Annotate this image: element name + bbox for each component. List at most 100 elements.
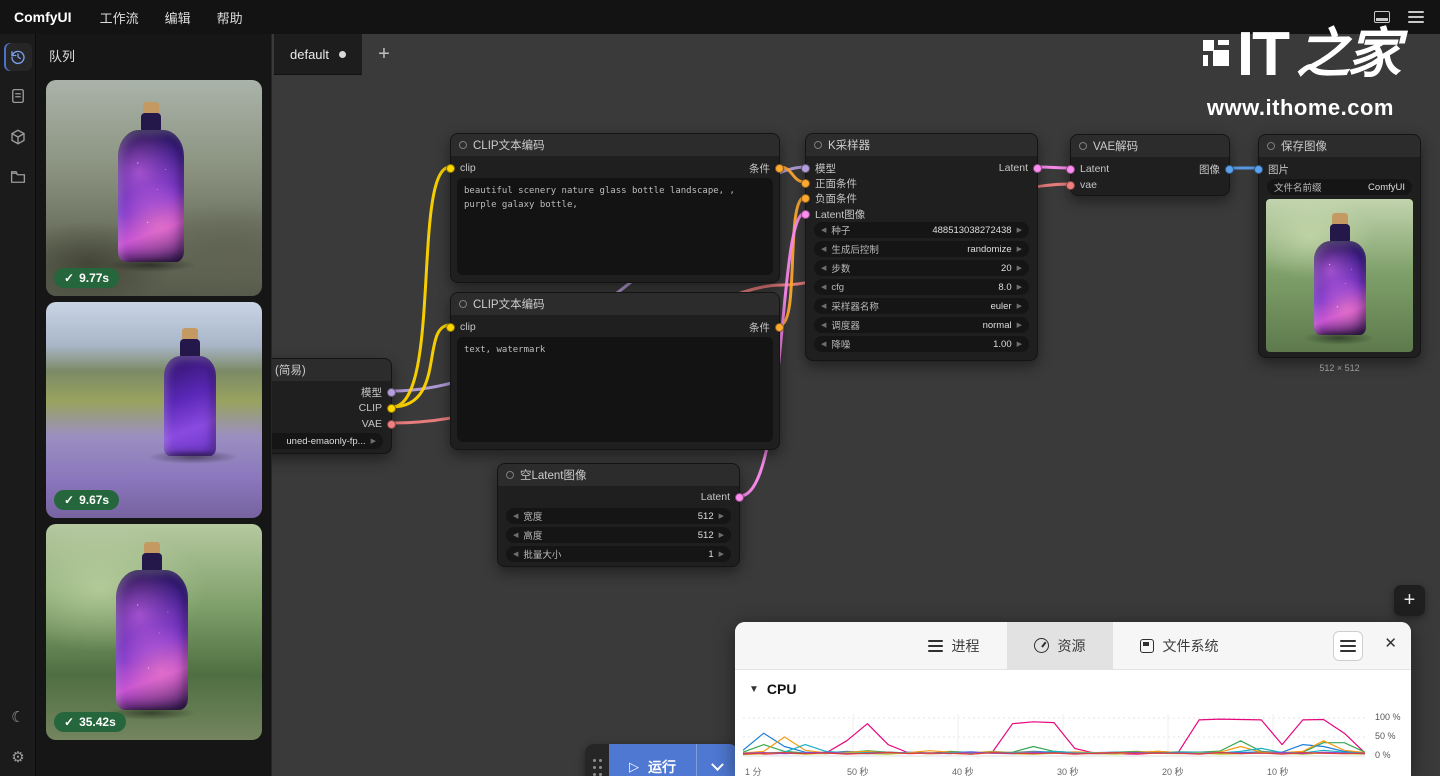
y-axis-label: 0 % <box>1375 750 1391 760</box>
cpu-section-header[interactable]: ▼ CPU <box>735 670 1411 697</box>
collapse-dot[interactable] <box>1079 142 1087 150</box>
node-title: (简易) <box>275 362 306 378</box>
node-header[interactable]: 空Latent图像 <box>498 464 739 486</box>
negative-input-port[interactable] <box>801 194 810 203</box>
positive-input-port[interactable] <box>801 179 810 188</box>
model-output-port[interactable] <box>387 388 396 397</box>
arrow-right-icon[interactable]: ▶ <box>371 437 376 445</box>
theme-toggle-button[interactable]: ☾ <box>4 703 32 731</box>
drag-handle[interactable] <box>585 744 609 776</box>
collapse-dot[interactable] <box>506 471 514 479</box>
node-ksampler[interactable]: K采样器 模型 正面条件 负面条件 Latent图像 Latent ◀种子488… <box>805 133 1038 361</box>
widget-seed[interactable]: ◀种子488513038272438▶ <box>814 222 1029 238</box>
widget-batch-size[interactable]: ◀批量大小1▶ <box>506 546 731 562</box>
model-input-port[interactable] <box>801 164 810 173</box>
sidebar-item-workflows[interactable] <box>4 163 32 191</box>
image-size-caption: 512 × 512 <box>1259 363 1420 373</box>
canvas-add-button[interactable]: + <box>1394 585 1425 616</box>
app-logo[interactable]: ComfyUI <box>14 9 72 25</box>
node-save-image[interactable]: 保存图像 图片 文件名前缀 ComfyUI 512 × 512 <box>1258 134 1421 358</box>
run-options-button[interactable] <box>696 744 738 776</box>
node-empty-latent-image[interactable]: 空Latent图像 Latent ◀宽度512▶ ◀高度512▶ ◀批量大小1▶ <box>497 463 740 567</box>
widget-denoise[interactable]: ◀降噪1.00▶ <box>814 336 1029 352</box>
node-header[interactable]: (简易) <box>272 359 391 381</box>
prompt-textarea[interactable]: beautiful scenery nature glass bottle la… <box>457 178 773 275</box>
menu-icon[interactable] <box>1408 11 1424 23</box>
chevron-down-icon: ▼ <box>749 684 759 695</box>
list-icon <box>928 640 943 652</box>
widget-height[interactable]: ◀高度512▶ <box>506 527 731 543</box>
port-label: VAE <box>362 418 382 430</box>
node-header[interactable]: K采样器 <box>806 134 1037 156</box>
latent-output-port[interactable] <box>1033 164 1042 173</box>
clip-output-port[interactable] <box>387 404 396 413</box>
collapse-dot[interactable] <box>1267 142 1275 150</box>
widget-sampler-name[interactable]: ◀采样器名称euler▶ <box>814 298 1029 314</box>
duration-label: 9.67s <box>79 493 109 507</box>
image-output-port[interactable] <box>1225 165 1234 174</box>
new-tab-button[interactable]: + <box>370 40 398 68</box>
run-button[interactable]: ▷ 运行 <box>609 744 696 776</box>
widget-cfg[interactable]: ◀cfg8.0▶ <box>814 279 1029 295</box>
port-label: 条件 <box>749 161 770 176</box>
clip-input-port[interactable] <box>446 164 455 173</box>
node-header[interactable]: 保存图像 <box>1259 135 1420 157</box>
vae-input-port[interactable] <box>1066 181 1075 190</box>
widget-value: uned-emaonly-fp... <box>286 436 365 447</box>
widget-filename-prefix[interactable]: 文件名前缀 ComfyUI <box>1267 179 1412 195</box>
vae-output-port[interactable] <box>387 420 396 429</box>
tab-resources[interactable]: 资源 <box>1007 622 1113 670</box>
prompt-textarea[interactable]: text, watermark <box>457 337 773 442</box>
queue-panel-title: 队列 <box>36 34 271 76</box>
monitor-close-button[interactable]: ✕ <box>1384 636 1397 651</box>
node-title: CLIP文本编码 <box>473 137 545 153</box>
tab-processes[interactable]: 进程 <box>901 622 1007 670</box>
node-clip-text-encode-positive[interactable]: CLIP文本编码 clip 条件 beautiful scenery natur… <box>450 133 780 283</box>
output-image-preview[interactable] <box>1266 199 1413 352</box>
menu-help[interactable]: 帮助 <box>217 8 243 27</box>
node-checkpoint-loader[interactable]: (简易) 模型 CLIP VAE uned-emaonly-fp... ▶ <box>272 358 392 454</box>
menu-workflow[interactable]: 工作流 <box>100 8 139 27</box>
sidebar-item-node-library[interactable] <box>4 82 32 110</box>
queue-result-thumbnail[interactable]: ✓ 9.77s <box>46 80 262 296</box>
tab-label: 文件系统 <box>1163 636 1219 656</box>
collapse-dot[interactable] <box>459 300 467 308</box>
galaxy-bottle-image <box>118 102 184 262</box>
latent-input-port[interactable] <box>801 210 810 219</box>
image-input-port[interactable] <box>1254 165 1263 174</box>
node-header[interactable]: CLIP文本编码 <box>451 293 779 315</box>
widget-scheduler[interactable]: ◀调度器normal▶ <box>814 317 1029 333</box>
conditioning-output-port[interactable] <box>775 323 784 332</box>
history-icon <box>9 48 27 66</box>
queue-result-thumbnail[interactable]: ✓ 9.67s <box>46 302 262 518</box>
node-header[interactable]: VAE解码 <box>1071 135 1229 157</box>
collapse-dot[interactable] <box>814 141 822 149</box>
widget-ckpt-name[interactable]: uned-emaonly-fp... ▶ <box>272 433 383 449</box>
check-icon: ✓ <box>64 715 74 729</box>
latent-input-port[interactable] <box>1066 165 1075 174</box>
node-vae-decode[interactable]: VAE解码 Latent vae 图像 <box>1070 134 1230 196</box>
latent-output-port[interactable] <box>735 493 744 502</box>
node-header[interactable]: CLIP文本编码 <box>451 134 779 156</box>
sidebar-item-queue-history[interactable] <box>4 43 32 71</box>
tab-filesystem[interactable]: 文件系统 <box>1113 622 1246 670</box>
widget-width[interactable]: ◀宽度512▶ <box>506 508 731 524</box>
collapse-dot[interactable] <box>459 141 467 149</box>
tab-default[interactable]: default <box>274 34 362 75</box>
comfyui-app: ComfyUI 工作流 编辑 帮助 ☾ ⚙ 队列 <box>0 0 1440 776</box>
queue-result-thumbnail[interactable]: ✓ 35.42s <box>46 524 262 740</box>
clip-input-port[interactable] <box>446 323 455 332</box>
conditioning-output-port[interactable] <box>775 164 784 173</box>
settings-button[interactable]: ⚙ <box>4 743 32 771</box>
menu-edit[interactable]: 编辑 <box>165 8 191 27</box>
node-clip-text-encode-negative[interactable]: CLIP文本编码 clip 条件 text, watermark <box>450 292 780 450</box>
unsaved-dot-icon <box>339 51 346 58</box>
port-label: 正面条件 <box>815 176 857 191</box>
run-label: 运行 <box>648 757 676 776</box>
tab-label: 进程 <box>952 636 980 656</box>
widget-steps[interactable]: ◀步数20▶ <box>814 260 1029 276</box>
widget-control-after-generate[interactable]: ◀生成后控制randomize▶ <box>814 241 1029 257</box>
sidebar-item-model-library[interactable] <box>4 123 32 151</box>
monitor-menu-button[interactable] <box>1333 631 1363 661</box>
folder-icon <box>9 168 27 186</box>
